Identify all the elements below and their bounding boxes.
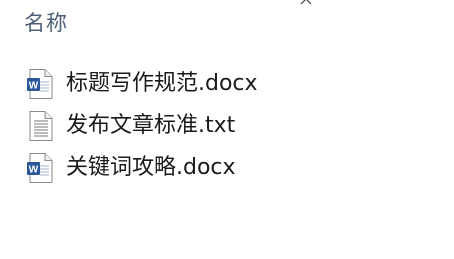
file-item[interactable]: W 标题写作规范.docx (26, 63, 258, 105)
svg-text:W: W (29, 81, 39, 92)
file-explorer-pane: 名称 W 标题写作规范.docx 发布文章标准.txt W 关键词攻略.docx (0, 0, 454, 259)
close-icon[interactable] (298, 0, 314, 7)
name-column-header[interactable]: 名称 (24, 9, 68, 37)
file-name: 发布文章标准.txt (66, 113, 236, 138)
text-document-icon (29, 111, 53, 141)
file-item[interactable]: 发布文章标准.txt (26, 105, 258, 147)
file-list: W 标题写作规范.docx 发布文章标准.txt W 关键词攻略.docx (26, 63, 258, 189)
word-document-icon: W (27, 69, 53, 99)
word-document-icon: W (27, 153, 53, 183)
file-name: 标题写作规范.docx (66, 71, 258, 96)
file-item[interactable]: W 关键词攻略.docx (26, 147, 258, 189)
file-name: 关键词攻略.docx (66, 155, 236, 180)
svg-text:W: W (29, 165, 39, 176)
